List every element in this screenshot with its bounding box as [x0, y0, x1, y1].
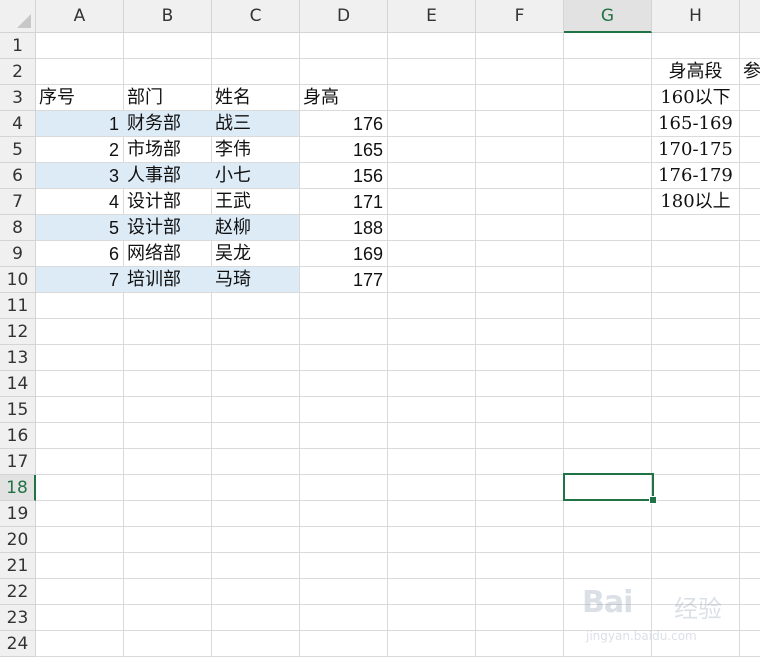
cell-height[interactable]: 171	[300, 189, 387, 214]
cell-height[interactable]: 169	[300, 241, 387, 266]
gridline-horizontal	[36, 370, 760, 371]
watermark: Bai 经验 jingyan.baidu.com	[582, 585, 752, 651]
cell-height[interactable]: 177	[300, 267, 387, 292]
header-cell-name[interactable]: 姓名	[212, 85, 299, 110]
gridline-horizontal	[36, 422, 760, 423]
row-header-11[interactable]: 11	[0, 293, 36, 319]
row-header-9[interactable]: 9	[0, 241, 36, 267]
range-header-cell[interactable]: 身高段	[652, 59, 739, 84]
watermark-url: jingyan.baidu.com	[586, 629, 697, 643]
gridline-vertical	[739, 33, 740, 657]
cell-name[interactable]: 吴龙	[212, 241, 299, 266]
cell-height[interactable]: 188	[300, 215, 387, 240]
fill-handle[interactable]	[649, 496, 657, 504]
cell-name[interactable]: 王武	[212, 189, 299, 214]
row-header-1[interactable]: 1	[0, 33, 36, 59]
gridline-vertical	[475, 33, 476, 657]
gridline-horizontal	[36, 396, 760, 397]
row-header-15[interactable]: 15	[0, 397, 36, 423]
header-cell-index[interactable]: 序号	[36, 85, 123, 110]
cell-index[interactable]: 1	[36, 111, 123, 136]
cell-index[interactable]: 6	[36, 241, 123, 266]
row-header-23[interactable]: 23	[0, 605, 36, 631]
range-cell[interactable]: 180以上	[652, 189, 739, 214]
column-header-c[interactable]: C	[212, 0, 300, 33]
spreadsheet-grid[interactable]: ABCDEFGH 1 2 3 4 5 6 7 8 9 10 11 12 13 14 15 16 17 18 19 20…	[0, 0, 760, 657]
range-cell[interactable]: 165-169	[652, 111, 739, 136]
column-header-h[interactable]: H	[652, 0, 740, 33]
header-cell-height[interactable]: 身高	[300, 85, 387, 110]
row-header-18[interactable]: 18	[0, 475, 36, 501]
row-header-3[interactable]: 3	[0, 85, 36, 111]
cell-index[interactable]: 7	[36, 267, 123, 292]
cell-name[interactable]: 李伟	[212, 137, 299, 162]
row-header-6[interactable]: 6	[0, 163, 36, 189]
cell-dept[interactable]: 市场部	[124, 137, 211, 162]
range-cell[interactable]: 170-175	[652, 137, 739, 162]
gridline-horizontal	[36, 552, 760, 553]
row-header-8[interactable]: 8	[0, 215, 36, 241]
cell-dept[interactable]: 网络部	[124, 241, 211, 266]
cell-name[interactable]: 赵柳	[212, 215, 299, 240]
select-all-corner[interactable]	[0, 0, 36, 33]
cell-dept[interactable]: 财务部	[124, 111, 211, 136]
cell-name[interactable]: 马琦	[212, 267, 299, 292]
row-header-5[interactable]: 5	[0, 137, 36, 163]
gridline-vertical	[563, 33, 564, 657]
column-header-g[interactable]: G	[564, 0, 652, 33]
gridline-horizontal	[36, 578, 760, 579]
range-cell[interactable]: 176-179	[652, 163, 739, 188]
cell-name[interactable]: 小七	[212, 163, 299, 188]
row-header-21[interactable]: 21	[0, 553, 36, 579]
gridline-horizontal	[36, 448, 760, 449]
row-header-2[interactable]: 2	[0, 59, 36, 85]
column-header-partial[interactable]	[740, 0, 760, 33]
row-header-19[interactable]: 19	[0, 501, 36, 527]
cell-dept[interactable]: 培训部	[124, 267, 211, 292]
row-header-14[interactable]: 14	[0, 371, 36, 397]
cell-index[interactable]: 3	[36, 163, 123, 188]
row-header-12[interactable]: 12	[0, 319, 36, 345]
cell-name[interactable]: 战三	[212, 111, 299, 136]
gridline-horizontal	[36, 344, 760, 345]
cell-dept[interactable]: 人事部	[124, 163, 211, 188]
cell-height[interactable]: 176	[300, 111, 387, 136]
cell-index[interactable]: 5	[36, 215, 123, 240]
gridline-horizontal	[36, 526, 760, 527]
row-header-20[interactable]: 20	[0, 527, 36, 553]
column-header-e[interactable]: E	[388, 0, 476, 33]
cell-height[interactable]: 156	[300, 163, 387, 188]
cell-dept[interactable]: 设计部	[124, 215, 211, 240]
gridline-vertical	[387, 33, 388, 657]
row-header-10[interactable]: 10	[0, 267, 36, 293]
row-header-24[interactable]: 24	[0, 631, 36, 657]
gridline-horizontal	[36, 318, 760, 319]
watermark-brand: Bai	[582, 585, 633, 620]
watermark-brand-suffix: 经验	[674, 595, 722, 623]
column-header-d[interactable]: D	[300, 0, 388, 33]
range-cell[interactable]: 160以下	[652, 85, 739, 110]
select-all-triangle-icon	[17, 14, 31, 28]
row-header-4[interactable]: 4	[0, 111, 36, 137]
row-header-16[interactable]: 16	[0, 423, 36, 449]
cell-index[interactable]: 4	[36, 189, 123, 214]
header-cell-dept[interactable]: 部门	[124, 85, 211, 110]
row-header-13[interactable]: 13	[0, 345, 36, 371]
row-header-22[interactable]: 22	[0, 579, 36, 605]
row-header-7[interactable]: 7	[0, 189, 36, 215]
column-header-b[interactable]: B	[124, 0, 212, 33]
column-header-f[interactable]: F	[476, 0, 564, 33]
cell-height[interactable]: 165	[300, 137, 387, 162]
cell-index[interactable]: 2	[36, 137, 123, 162]
active-cell-cursor[interactable]	[563, 473, 654, 501]
column-header-a[interactable]: A	[36, 0, 124, 33]
gridline-horizontal	[36, 292, 760, 293]
cell-dept[interactable]: 设计部	[124, 189, 211, 214]
row-header-17[interactable]: 17	[0, 449, 36, 475]
range-header-next-cell[interactable]: 参	[740, 59, 760, 84]
